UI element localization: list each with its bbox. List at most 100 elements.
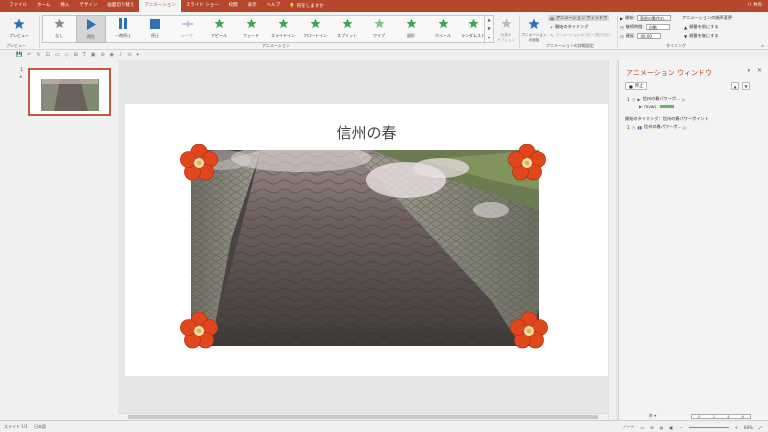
star-green-icon xyxy=(245,17,258,30)
play-small-icon: ▶ xyxy=(620,15,624,21)
animation-item[interactable]: ▶ mvws xyxy=(639,104,675,109)
effect-options-button[interactable]: 効果の オプション xyxy=(494,15,518,43)
animation-item[interactable]: 1 ◷ ▶ 信州の春パワーポ... ▷ xyxy=(627,96,685,102)
anim-slidein-button[interactable]: スライドイン xyxy=(268,15,298,43)
seconds-dropdown[interactable]: 秒 ▾ xyxy=(649,413,656,419)
slideshow-view-icon[interactable]: ▣ xyxy=(669,425,673,430)
slide-thumbnail[interactable] xyxy=(28,68,111,116)
link-icon[interactable]: ⊘ xyxy=(100,52,104,58)
flower-decoration[interactable] xyxy=(508,144,546,182)
trigger-label: 開始のタイミング xyxy=(554,24,589,29)
separator xyxy=(617,15,618,48)
format-icon[interactable]: ⊞ xyxy=(73,52,77,58)
zoom-level[interactable]: 68% xyxy=(744,425,753,430)
star-gray-icon xyxy=(53,17,66,30)
status-right-controls: ノート ▭ ⊞ ▤ ▣ − + 68% ⤢ xyxy=(622,424,762,430)
tab-animations[interactable]: アニメーション xyxy=(139,0,181,12)
trigger-button[interactable]: ⚡ 開始のタイミング xyxy=(550,24,588,30)
slide-title[interactable]: 信州の春 xyxy=(125,122,608,143)
new-slide-icon[interactable]: ▭ xyxy=(55,52,60,58)
tell-me-text: 何をしますか xyxy=(296,4,324,9)
pause-icon xyxy=(117,17,130,30)
sorter-view-icon[interactable]: ⊞ xyxy=(650,425,653,430)
notes-button[interactable]: ノート xyxy=(622,424,634,430)
flower-decoration[interactable] xyxy=(510,312,548,350)
stop-icon xyxy=(149,17,162,30)
eye-icon[interactable]: ◉ xyxy=(110,52,114,58)
tell-me-search[interactable]: 💡 何をしますか xyxy=(289,3,324,10)
zoom-in-icon[interactable]: + xyxy=(735,425,738,430)
save-icon[interactable]: 💾 xyxy=(16,52,22,58)
move-earlier-button[interactable]: ▲ 順番を前にする xyxy=(684,24,719,30)
redo-icon[interactable]: ↻ xyxy=(36,52,40,58)
timeline-scale[interactable]: 0 2 4 6 xyxy=(691,414,751,419)
lightbulb-icon: 💡 xyxy=(289,3,295,9)
anim-wheel-button[interactable]: ホイール xyxy=(428,15,458,43)
anim-split-button[interactable]: スプリット xyxy=(332,15,362,43)
river-photo[interactable] xyxy=(191,150,539,346)
animation-pane-toggle[interactable]: ▤ アニメーション ウィンドウ xyxy=(548,15,610,21)
slide-canvas[interactable]: 信州の春 xyxy=(125,104,608,376)
flower-decoration[interactable] xyxy=(180,312,218,350)
close-icon[interactable]: ✕ xyxy=(757,67,762,74)
gallery-more-button[interactable]: ▾ xyxy=(484,33,493,42)
flower-decoration[interactable] xyxy=(180,144,218,182)
tab-view[interactable]: 表示 xyxy=(243,0,262,12)
stop-all-button[interactable]: ■ 停止 xyxy=(625,82,648,90)
zoom-slider[interactable] xyxy=(688,426,729,428)
animation-item[interactable]: 1 ◷ ▮▮ 信州の春パワーポ... ▷ xyxy=(627,124,687,130)
anim-appear-button[interactable]: アピール xyxy=(204,15,234,43)
star-gray-icon xyxy=(500,17,513,30)
tab-home[interactable]: ホーム xyxy=(32,0,55,12)
animation-painter-button[interactable]: ✎ アニメーションのコピー/貼り付け xyxy=(550,33,611,38)
move-up-button[interactable]: ▲ xyxy=(731,82,739,90)
tab-slideshow[interactable]: スライド ショー xyxy=(181,0,224,12)
tab-review[interactable]: 校閲 xyxy=(224,0,243,12)
custom-green-icon[interactable]: ⟲ xyxy=(127,52,131,58)
move-later-button[interactable]: ▼ 順番を後にする xyxy=(684,33,719,39)
gallery-up-button[interactable]: ▲ xyxy=(484,15,493,24)
qat-more-icon[interactable]: ▾ xyxy=(136,52,139,58)
undo-icon[interactable]: ↶ xyxy=(27,52,31,58)
zoom-out-icon[interactable]: − xyxy=(679,425,682,430)
anim-play-button[interactable]: 再生 xyxy=(76,15,106,43)
tab-help[interactable]: ヘルプ xyxy=(262,0,286,12)
vertical-scrollbar[interactable] xyxy=(608,60,616,420)
shape-icon[interactable]: ◇ xyxy=(65,52,69,58)
ribbon-tab-bar: ファイル ホーム 挿入 デザイン 画面切り替え アニメーション スライド ショー… xyxy=(0,0,768,12)
anim-fade-button[interactable]: フェード xyxy=(236,15,266,43)
start-select[interactable]: 直前の動作の... xyxy=(637,15,672,21)
star-green-icon xyxy=(277,17,290,30)
delay-input[interactable]: 00.00 xyxy=(637,33,662,39)
anim-seek-button[interactable]: シーク xyxy=(172,15,202,43)
tab-insert[interactable]: 挿入 xyxy=(55,0,74,12)
move-down-button[interactable]: ▼ xyxy=(742,82,750,90)
play-icon xyxy=(85,18,98,31)
sound-icon[interactable]: ♪ xyxy=(119,52,122,58)
picture-icon[interactable]: ▣ xyxy=(91,52,96,58)
fit-slide-icon[interactable]: ⤢ xyxy=(759,425,762,430)
anim-stop-button[interactable]: 停止 xyxy=(140,15,170,43)
anim-wipe-button[interactable]: ワイプ xyxy=(364,15,394,43)
preview-button[interactable]: プレビュー xyxy=(2,15,36,43)
language-indicator[interactable]: 日本語 xyxy=(34,424,46,430)
share-button[interactable]: ⚇ 共有 xyxy=(748,0,762,12)
anim-pause-button[interactable]: 一時停止 xyxy=(108,15,138,43)
gallery-down-button[interactable]: ▼ xyxy=(484,24,493,33)
anim-none-button[interactable]: なし xyxy=(44,15,74,43)
scrollbar-thumb[interactable] xyxy=(128,415,598,419)
reading-view-icon[interactable]: ▤ xyxy=(660,425,664,430)
normal-view-icon[interactable]: ▭ xyxy=(640,425,644,430)
duration-input[interactable]: 自動 xyxy=(645,24,670,30)
add-animation-button[interactable]: アニメーション の追加 xyxy=(521,15,547,43)
start-slideshow-icon[interactable]: ⊡ xyxy=(46,52,50,58)
horizontal-scrollbar[interactable] xyxy=(118,413,608,420)
pane-options-icon[interactable]: ▾ xyxy=(747,68,750,74)
tab-transitions[interactable]: 画面切り替え xyxy=(102,0,139,12)
tab-file[interactable]: ファイル xyxy=(4,0,32,12)
collapse-ribbon-icon[interactable]: ∧ xyxy=(761,43,764,48)
tab-design[interactable]: デザイン xyxy=(74,0,102,12)
anim-shape-button[interactable]: 図形 xyxy=(396,15,426,43)
text-icon[interactable]: T xyxy=(83,52,86,58)
anim-floatin-button[interactable]: フロートイン xyxy=(300,15,330,43)
